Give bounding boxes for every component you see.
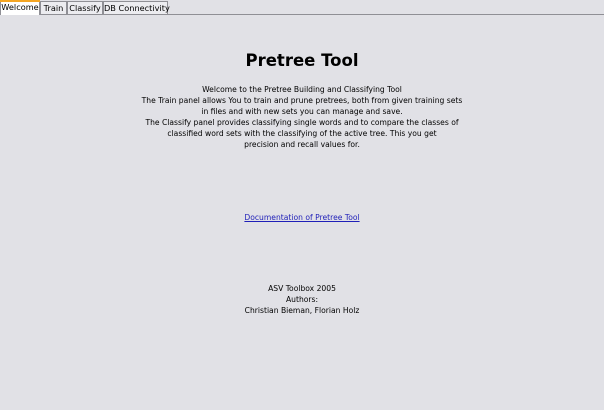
welcome-text: Welcome to the Pretree Building and Clas… <box>0 84 604 150</box>
welcome-line: classified word sets with the classifyin… <box>167 129 437 138</box>
credits: ASV Toolbox 2005 Authors: Christian Biem… <box>0 283 604 316</box>
welcome-line: in files and with new sets you can manag… <box>201 107 403 116</box>
documentation-link-row: Documentation of Pretree Tool <box>0 212 604 223</box>
tab-db-connectivity[interactable]: DB Connectivity <box>103 1 170 14</box>
welcome-panel: Pretree Tool Welcome to the Pretree Buil… <box>0 15 604 410</box>
page-title: Pretree Tool <box>245 51 359 70</box>
tab-train[interactable]: Train <box>40 1 67 14</box>
credits-line: Christian Bieman, Florian Holz <box>244 306 360 315</box>
welcome-line: Welcome to the Pretree Building and Clas… <box>202 85 402 94</box>
credits-line: Authors: <box>285 295 319 304</box>
tab-bar: Welcome Train Classify DB Connectivity <box>0 0 604 15</box>
tab-welcome[interactable]: Welcome <box>0 0 40 15</box>
welcome-line: The Train panel allows You to train and … <box>141 96 463 105</box>
welcome-line: The Classify panel provides classifying … <box>145 118 459 127</box>
credits-line: ASV Toolbox 2005 <box>268 284 336 293</box>
documentation-link[interactable]: Documentation of Pretree Tool <box>244 213 359 222</box>
tab-classify[interactable]: Classify <box>67 1 103 14</box>
welcome-line: precision and recall values for. <box>244 140 360 149</box>
